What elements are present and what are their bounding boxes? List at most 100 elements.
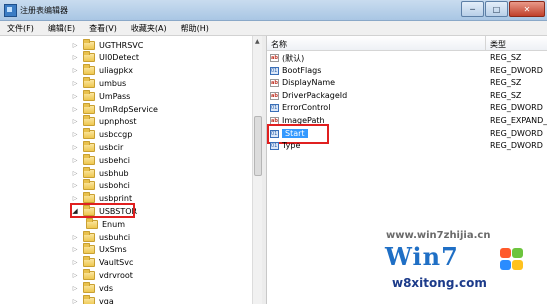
windows-flag-icon: [498, 246, 526, 272]
collapsed-arrow-icon[interactable]: ▷: [72, 170, 78, 177]
regedit-app-icon: [4, 4, 17, 17]
collapsed-arrow-icon[interactable]: ▷: [72, 131, 78, 138]
collapsed-arrow-icon[interactable]: ▷: [72, 182, 78, 189]
tree-key-label: usbccgp: [99, 130, 133, 140]
value-name: DisplayName: [282, 78, 336, 88]
value-type: REG_SZ: [490, 78, 522, 88]
registry-value-row[interactable]: 011ErrorControl REG_DWORD: [267, 102, 547, 114]
folder-icon: [83, 76, 95, 88]
folder-icon: [83, 102, 95, 114]
folder-icon: [83, 243, 95, 255]
watermark-logo: www.win7zhijia.cn Win7 w8xitong.com: [380, 224, 547, 304]
close-button[interactable]: ✕: [509, 1, 545, 17]
value-name: (默认): [282, 54, 305, 63]
tree-key-label: UmPass: [99, 91, 131, 101]
folder-icon: [83, 294, 95, 304]
folder-icon: [83, 230, 95, 242]
folder-icon: [83, 166, 95, 178]
tree-key-label: UGTHRSVC: [99, 40, 144, 50]
registry-value-row[interactable]: ab DriverPackageId REG_SZ: [267, 90, 547, 102]
value-type: REG_DWORD: [490, 103, 543, 113]
collapsed-arrow-icon[interactable]: ▷: [72, 285, 78, 292]
tree-key-label: UmRdpService: [99, 104, 158, 114]
folder-icon: [83, 51, 95, 63]
column-name-header[interactable]: 名称: [271, 39, 287, 50]
menu-favorites[interactable]: 收藏夹(A): [124, 21, 174, 35]
menu-file[interactable]: 文件(F): [0, 21, 41, 35]
collapsed-arrow-icon[interactable]: ▷: [72, 80, 78, 87]
tree-key-label: usbprint: [99, 194, 133, 204]
value-type: REG_SZ: [490, 90, 522, 100]
collapsed-arrow-icon[interactable]: ▷: [72, 157, 78, 164]
string-value-icon: ab: [270, 91, 279, 100]
scroll-thumb[interactable]: [254, 116, 262, 176]
collapsed-arrow-icon[interactable]: ▷: [72, 54, 78, 61]
collapsed-arrow-icon[interactable]: ▷: [72, 195, 78, 202]
collapsed-arrow-icon[interactable]: ▷: [72, 272, 78, 279]
binary-value-icon: 011: [270, 66, 279, 75]
binary-value-icon: 011: [270, 142, 279, 151]
registry-value-row[interactable]: 011Type REG_DWORD: [267, 140, 547, 152]
value-name: Type: [282, 141, 301, 151]
highlight-box: [70, 203, 135, 219]
string-value-icon: ab: [270, 54, 279, 62]
watermark-logo-text: Win7: [385, 242, 459, 271]
folder-icon: [83, 64, 95, 76]
tree-key-label: usbuhci: [99, 232, 131, 242]
collapsed-arrow-icon[interactable]: ▷: [72, 234, 78, 241]
registry-value-row[interactable]: ab (默认) REG_SZ: [267, 52, 547, 64]
folder-icon: [83, 140, 95, 152]
binary-value-icon: 011: [270, 104, 279, 113]
collapsed-arrow-icon[interactable]: ▷: [72, 144, 78, 151]
folder-icon: [83, 256, 95, 268]
tree-key-label: usbcir: [99, 142, 124, 152]
value-name: BootFlags: [282, 65, 322, 75]
scroll-up-arrow-icon[interactable]: ▲: [255, 38, 260, 45]
folder-icon: [83, 153, 95, 165]
window-controls: ─ □ ✕: [460, 1, 545, 17]
collapsed-arrow-icon[interactable]: ▷: [72, 259, 78, 266]
registry-value-row[interactable]: 011BootFlags REG_DWORD: [267, 65, 547, 77]
tree-key-label: vga: [99, 296, 114, 304]
tree-key-label: UI0Detect: [99, 53, 139, 63]
folder-icon: [83, 281, 95, 293]
registry-value-row[interactable]: ab DisplayName REG_SZ: [267, 77, 547, 89]
folder-icon: [83, 179, 95, 191]
minimize-button[interactable]: ─: [461, 1, 484, 17]
folder-icon: [86, 217, 98, 229]
value-type: REG_DWORD: [490, 65, 543, 75]
folder-icon: [83, 268, 95, 280]
window-title: 注册表编辑器: [20, 6, 68, 15]
tree-key-item[interactable]: ▷ vga: [72, 294, 114, 304]
collapsed-arrow-icon[interactable]: ▷: [72, 93, 78, 100]
column-divider[interactable]: [485, 36, 486, 50]
tree-key-label: usbohci: [99, 181, 130, 191]
collapsed-arrow-icon[interactable]: ▷: [72, 67, 78, 74]
menu-view[interactable]: 查看(V): [82, 21, 124, 35]
values-column-header: 名称 类型: [267, 36, 547, 51]
folder-icon: [83, 192, 95, 204]
collapsed-arrow-icon[interactable]: ▷: [72, 246, 78, 253]
tree-key-label: vds: [99, 283, 113, 293]
folder-icon: [83, 38, 95, 50]
registry-key-tree[interactable]: ▷ UGTHRSVC ▷ UI0Detect ▷ uliagpkx ▷ umbus ▷ UmPas…: [0, 36, 263, 304]
column-type-header[interactable]: 类型: [490, 39, 506, 50]
watermark-domain: w8xitong.com: [392, 276, 487, 290]
tree-key-label: VaultSvc: [99, 258, 134, 268]
title-bar: 注册表编辑器 ─ □ ✕: [0, 0, 547, 21]
tree-key-label: Enum: [102, 219, 125, 229]
tree-key-label: UxSms: [99, 245, 127, 255]
collapsed-arrow-icon[interactable]: ▷: [72, 298, 78, 304]
tree-key-label: upnphost: [99, 117, 137, 127]
watermark-url: www.win7zhijia.cn: [386, 230, 491, 241]
folder-icon: [83, 89, 95, 101]
collapsed-arrow-icon[interactable]: ▷: [72, 118, 78, 125]
value-type: REG_DWORD: [490, 141, 543, 151]
maximize-button[interactable]: □: [485, 1, 508, 17]
collapsed-arrow-icon[interactable]: ▷: [72, 106, 78, 113]
value-type: REG_SZ: [490, 53, 522, 62]
menu-edit[interactable]: 编辑(E): [41, 21, 82, 35]
menu-help[interactable]: 帮助(H): [174, 21, 216, 35]
collapsed-arrow-icon[interactable]: ▷: [72, 42, 78, 49]
tree-key-label: umbus: [99, 78, 127, 88]
